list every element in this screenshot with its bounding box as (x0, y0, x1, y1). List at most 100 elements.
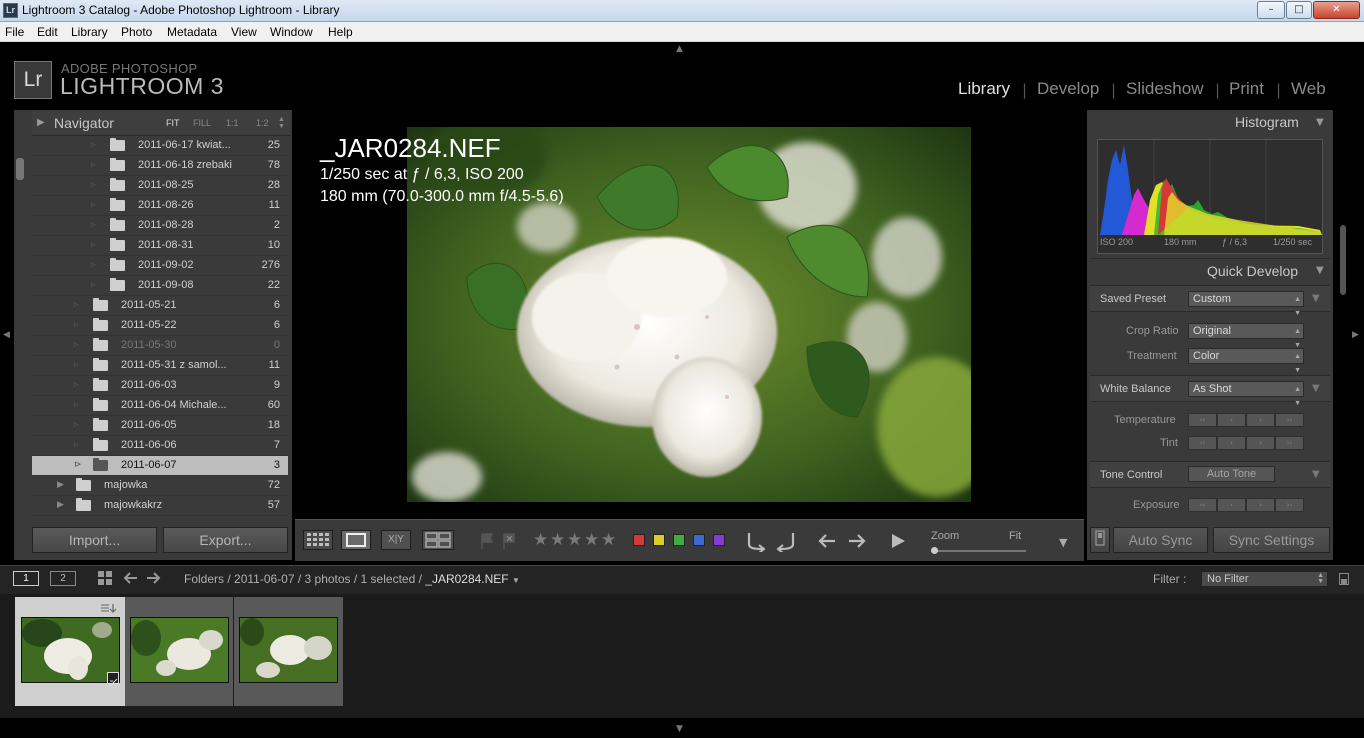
right-panel-scrollbar[interactable] (1340, 225, 1346, 295)
grid-view-icon[interactable] (303, 530, 333, 550)
folder-row[interactable]: ▹ 2011-06-03 9 (32, 376, 288, 396)
navigator-1-2[interactable]: 1:2 (256, 118, 269, 128)
auto-sync-button[interactable]: Auto Sync (1113, 527, 1208, 553)
auto-tone-button[interactable]: Auto Tone (1188, 466, 1275, 482)
folder-row[interactable]: ▹ 2011-06-05 18 (32, 416, 288, 436)
next-photo-icon[interactable] (847, 532, 867, 554)
compare-view-icon[interactable]: X|Y (381, 530, 411, 550)
folder-expand-icon[interactable]: ▹ (74, 300, 79, 310)
folder-row[interactable]: ▹ 2011-06-06 7 (32, 436, 288, 456)
saved-preset-select[interactable]: Custom ▲ ▼ (1188, 291, 1304, 317)
folder-row[interactable]: ▹ 2011-05-31 z samol... 11 (32, 356, 288, 376)
menu-photo[interactable]: Photo (121, 25, 152, 39)
folder-expand-icon[interactable]: ▹ (91, 200, 96, 210)
slideshow-play-icon[interactable] (889, 532, 907, 554)
temperature-decrease[interactable]: ‹ (1217, 413, 1246, 427)
folder-expand-icon[interactable]: ▹ (74, 340, 79, 350)
temperature-increase[interactable]: › (1246, 413, 1275, 427)
zoom-slider[interactable] (931, 550, 1026, 552)
menu-library[interactable]: Library (71, 25, 108, 39)
star-rating-5[interactable]: ★ (601, 530, 616, 550)
folder-expand-icon[interactable]: ▹ (91, 160, 96, 170)
module-web[interactable]: Web (1291, 79, 1326, 99)
folder-row[interactable]: ▹ 2011-08-25 28 (32, 176, 288, 196)
folder-row[interactable]: ▹ 2011-08-31 10 (32, 236, 288, 256)
reject-flag-icon[interactable] (501, 532, 517, 554)
crop-ratio-select[interactable]: Original ▲ ▼ (1188, 323, 1304, 349)
folder-row[interactable]: ▹ 2011-09-08 22 (32, 276, 288, 296)
breadcrumb-dropdown-icon[interactable]: ▼ (512, 576, 520, 585)
color-label-green[interactable] (673, 534, 685, 546)
filmstrip-thumbnail[interactable] (21, 617, 120, 683)
color-label-red[interactable] (633, 534, 645, 546)
folder-expand-icon[interactable]: ▹ (91, 280, 96, 290)
folder-expand-icon[interactable]: ▶ (57, 480, 64, 490)
survey-view-icon[interactable] (422, 530, 454, 550)
secondary-window-button[interactable]: 2 (50, 571, 76, 586)
exposure-increase-large[interactable]: ›› (1275, 498, 1304, 512)
folder-expand-icon[interactable]: ▹ (74, 420, 79, 430)
folder-row[interactable]: ▶ majowka 72 (32, 476, 288, 496)
module-library[interactable]: Library (958, 79, 1010, 99)
module-slideshow[interactable]: Slideshow (1126, 79, 1204, 99)
previous-photo-icon[interactable] (817, 532, 837, 554)
folder-row[interactable]: ▹ 2011-09-02 276 (32, 256, 288, 276)
bottom-panel-toggle-icon[interactable]: ▼ (676, 724, 683, 734)
menu-window[interactable]: Window (270, 25, 313, 39)
module-develop[interactable]: Develop (1037, 79, 1099, 99)
filter-lock-icon[interactable] (1339, 573, 1349, 585)
breadcrumb[interactable]: Folders / 2011-06-07 / 3 photos / 1 sele… (184, 572, 520, 586)
sync-switch-icon[interactable] (1090, 527, 1110, 553)
folder-expand-icon[interactable]: ▹ (91, 140, 96, 150)
filmstrip-thumbnail[interactable] (130, 617, 229, 683)
white-balance-expand-icon[interactable]: ▼ (1312, 383, 1320, 394)
export-button[interactable]: Export... (163, 527, 288, 553)
quick-develop-collapse-icon[interactable]: ▼ (1316, 265, 1324, 276)
folder-expand-icon[interactable]: ▹ (91, 180, 96, 190)
maximize-button[interactable]: □ (1286, 1, 1312, 19)
tint-increase-large[interactable]: ›› (1275, 436, 1304, 450)
star-rating-1[interactable]: ★ (533, 530, 548, 550)
folder-row[interactable]: ▹ 2011-05-22 6 (32, 316, 288, 336)
navigator-fit[interactable]: FIT (166, 118, 180, 128)
menu-file[interactable]: File (5, 25, 24, 39)
menu-view[interactable]: View (231, 25, 257, 39)
minimize-button[interactable]: – (1257, 1, 1285, 19)
exposure-decrease[interactable]: ‹ (1217, 498, 1246, 512)
menu-metadata[interactable]: Metadata (167, 25, 217, 39)
navigator-1-1[interactable]: 1:1 (226, 118, 239, 128)
flag-icon[interactable] (479, 532, 495, 554)
primary-window-button[interactable]: 1 (13, 571, 39, 586)
temperature-increase-large[interactable]: ›› (1275, 413, 1304, 427)
folder-row[interactable]: ▹ 2011-05-21 6 (32, 296, 288, 316)
folder-row[interactable]: ▹ 2011-08-26 11 (32, 196, 288, 216)
folder-expand-icon[interactable]: ▶ (57, 500, 64, 510)
tone-control-expand-icon[interactable]: ▼ (1312, 469, 1320, 480)
folder-row[interactable]: ▹ 2011-05-30 0 (32, 336, 288, 356)
sync-settings-button[interactable]: Sync Settings (1213, 527, 1330, 553)
saved-preset-expand-icon[interactable]: ▼ (1312, 293, 1320, 304)
treatment-select[interactable]: Color ▲ ▼ (1188, 348, 1304, 374)
filmstrip-cell[interactable] (125, 597, 233, 706)
import-button[interactable]: Import... (32, 527, 157, 553)
white-balance-select[interactable]: As Shot ▲ ▼ (1188, 381, 1304, 407)
rotate-right-icon[interactable] (775, 530, 797, 556)
histogram-label[interactable]: Histogram (1235, 114, 1299, 130)
toolbar-menu-chevron-icon[interactable]: ▼ (1059, 536, 1067, 549)
folder-expand-icon[interactable]: ▹ (74, 320, 79, 330)
folder-expand-icon[interactable]: ▹ (91, 240, 96, 250)
left-panel-scrollbar[interactable] (16, 158, 24, 180)
folder-expand-icon[interactable]: ▹ (74, 380, 79, 390)
back-arrow-icon[interactable] (122, 571, 138, 590)
loupe-view-icon[interactable] (341, 530, 371, 550)
temperature-decrease-large[interactable]: ‹‹ (1188, 413, 1217, 427)
folder-expand-icon[interactable]: ▹ (91, 220, 96, 230)
folder-row[interactable]: ▹ 2011-08-28 2 (32, 216, 288, 236)
tint-increase[interactable]: › (1246, 436, 1275, 450)
tint-decrease[interactable]: ‹ (1217, 436, 1246, 450)
folder-row[interactable]: ▹ 2011-06-17 kwiat... 25 (32, 136, 288, 156)
filmstrip-cell[interactable] (234, 597, 343, 706)
folder-row[interactable]: ▹ 2011-06-18 zrebaki 78 (32, 156, 288, 176)
color-label-purple[interactable] (713, 534, 725, 546)
filter-select[interactable]: No Filter ▲ ▼ (1201, 571, 1328, 587)
